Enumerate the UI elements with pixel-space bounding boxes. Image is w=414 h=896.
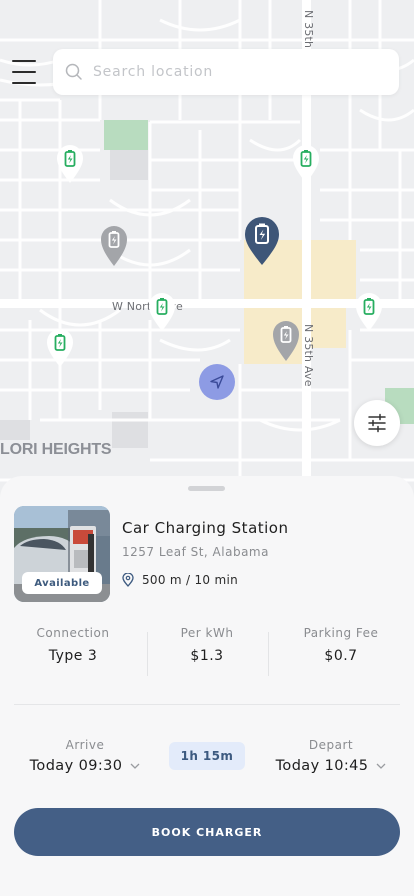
street-label-35th-top: N 35th [302,10,315,49]
charger-pin-green[interactable] [46,328,74,372]
current-location-marker [199,364,235,400]
duration-badge: 1h 15m [169,742,245,770]
stat-parking-fee: Parking Fee $0.7 [276,626,406,664]
depart-label: Depart [308,738,354,752]
arrive-value: Today 09:30 [29,758,123,774]
stat-label: Per kWh [180,626,234,640]
charger-pin-gray[interactable] [100,225,128,271]
station-name: Car Charging Station [122,519,289,537]
street-label-35th-ave: N 35th Ave [302,324,315,387]
arrive-selector[interactable]: Arrive Today 09:30 [24,738,146,774]
station-details-sheet: Available Car Charging Station 1257 Leaf… [0,476,414,896]
charger-pin-green[interactable] [355,292,383,336]
arrive-label: Arrive [65,738,105,752]
station-photo: Available [14,506,110,602]
charger-pin-gray[interactable] [272,320,300,366]
station-distance: 500 m / 10 min [122,573,238,587]
search-bar[interactable] [53,49,399,95]
charger-pin-selected[interactable] [244,216,280,270]
stat-value: $0.7 [324,648,358,664]
stat-label: Parking Fee [303,626,379,640]
sliders-icon [368,413,386,433]
sheet-drag-handle[interactable] [188,486,225,491]
station-stats: Connection Type 3 Per kWh $1.3 Parking F… [0,626,414,682]
divider [147,632,148,676]
stat-value: Type 3 [48,648,98,664]
navigation-arrow-icon [210,375,224,389]
divider [268,632,269,676]
filter-button[interactable] [354,400,400,446]
stat-label: Connection [36,626,110,640]
search-icon [65,63,82,80]
stat-value: $1.3 [190,648,224,664]
location-pin-icon [122,573,134,587]
chevron-down-icon [130,763,140,769]
stat-connection: Connection Type 3 [8,626,138,664]
chevron-down-icon [376,763,386,769]
depart-selector[interactable]: Depart Today 10:45 [270,738,392,774]
menu-button[interactable] [12,60,38,84]
stat-per-kwh: Per kWh $1.3 [142,626,272,664]
charger-pin-green[interactable] [292,144,320,188]
book-charger-button[interactable]: BOOK CHARGER [14,808,400,856]
distance-text: 500 m / 10 min [142,573,238,587]
area-label: LORI HEIGHTS [0,441,112,458]
status-badge: Available [22,572,102,594]
station-address: 1257 Leaf St, Alabama [122,545,269,559]
hamburger-icon [12,60,36,62]
charger-pin-green[interactable] [56,144,84,188]
divider [14,704,400,705]
charger-pin-green[interactable] [148,292,176,336]
search-input[interactable] [93,64,373,80]
depart-value: Today 10:45 [275,758,369,774]
